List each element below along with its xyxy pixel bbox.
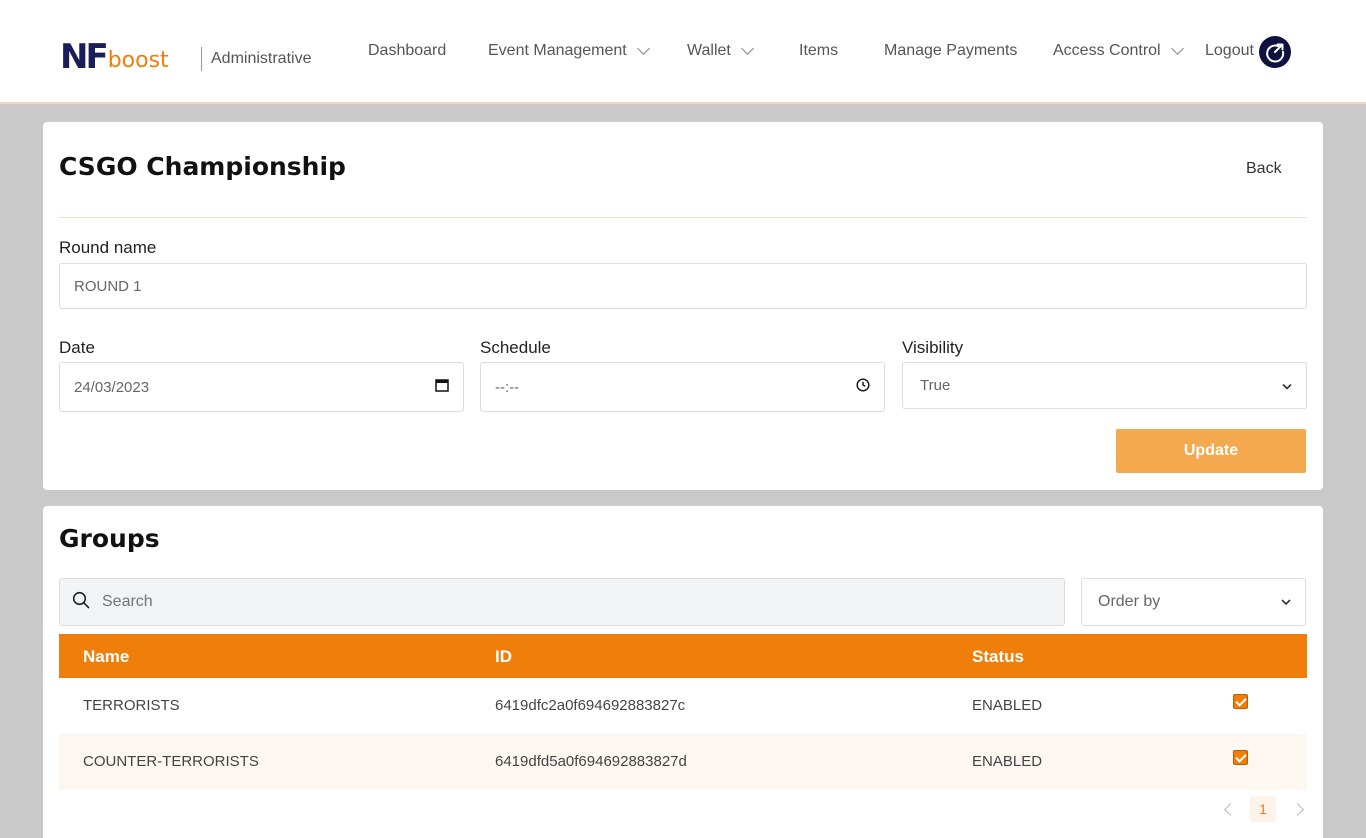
chevron-down-icon (636, 41, 650, 55)
row-checkbox[interactable] (1233, 694, 1248, 709)
visibility-label: Visibility (902, 338, 964, 357)
nav-item-label: Items (799, 42, 839, 59)
page-title: CSGO Championship (59, 152, 346, 181)
visibility-select[interactable]: True (902, 362, 1307, 409)
visibility-value: True (920, 377, 951, 394)
column-header-id[interactable]: ID (495, 647, 512, 667)
nav-item-wallet[interactable]: Wallet (687, 41, 754, 60)
nav-item-dashboard[interactable]: Dashboard (368, 42, 446, 60)
schedule-field[interactable]: --:-- (480, 362, 885, 412)
divider (59, 217, 1307, 218)
group-status: ENABLED (972, 753, 1043, 770)
clock-icon[interactable] (856, 378, 870, 396)
order-by-value: Order by (1098, 593, 1161, 610)
row-checkbox[interactable] (1233, 750, 1248, 765)
nav-item-label: Logout (1205, 42, 1254, 59)
nav-item-event-management[interactable]: Event Management (488, 41, 650, 60)
group-status: ENABLED (972, 697, 1043, 714)
logo-accent-text: boost (107, 48, 169, 73)
nav-item-label: Manage Payments (884, 42, 1018, 59)
brand-logo[interactable]: NF boost (60, 38, 169, 74)
table-header: Name ID Status (59, 634, 1307, 678)
nav-item-label: Wallet (687, 42, 731, 59)
table-row[interactable]: TERRORISTS 6419dfc2a0f694692883827c ENAB… (59, 678, 1307, 734)
pagination-next-icon[interactable] (1291, 803, 1304, 816)
nav-item-items[interactable]: Items (799, 42, 838, 60)
nav-item-label: Dashboard (368, 42, 447, 59)
group-name: COUNTER-TERRORISTS (83, 753, 259, 770)
group-name: TERRORISTS (83, 697, 180, 714)
pagination-current-page[interactable]: 1 (1250, 796, 1276, 822)
logout-icon[interactable] (1259, 36, 1291, 68)
chevron-down-icon (1282, 377, 1292, 394)
date-value: 24/03/2023 (74, 378, 150, 396)
search-icon (72, 591, 90, 614)
chevron-down-icon (1281, 593, 1291, 611)
chevron-down-icon (1170, 41, 1184, 55)
top-navbar: NF boost Administrative Dashboard Event … (0, 0, 1366, 104)
column-header-status[interactable]: Status (972, 647, 1024, 667)
group-id: 6419dfd5a0f694692883827d (495, 753, 687, 770)
update-button[interactable]: Update (1116, 429, 1306, 473)
logo-divider (201, 47, 202, 71)
column-header-name[interactable]: Name (83, 647, 129, 667)
calendar-icon[interactable] (435, 378, 449, 396)
round-name-field[interactable] (59, 263, 1307, 309)
round-name-input[interactable] (74, 277, 1292, 295)
groups-title: Groups (59, 524, 160, 553)
back-link[interactable]: Back (1246, 160, 1282, 178)
logo-main-text: NF (60, 37, 109, 77)
round-edit-card: CSGO Championship Back Round name Date 2… (43, 122, 1323, 490)
round-name-label: Round name (59, 238, 157, 257)
schedule-value: --:-- (495, 378, 520, 396)
logo-subtitle: Administrative (211, 50, 312, 67)
nav-item-access-control[interactable]: Access Control (1053, 41, 1184, 60)
order-by-select[interactable]: Order by (1081, 578, 1306, 626)
nav-item-manage-payments[interactable]: Manage Payments (884, 42, 1017, 60)
schedule-label: Schedule (480, 338, 551, 357)
pagination-prev-icon[interactable] (1224, 803, 1237, 816)
nav-item-label: Access Control (1053, 42, 1161, 59)
date-field[interactable]: 24/03/2023 (59, 362, 464, 412)
nav-item-logout[interactable]: Logout (1205, 42, 1254, 60)
chevron-down-icon (740, 41, 754, 55)
date-label: Date (59, 338, 95, 357)
table-row[interactable]: COUNTER-TERRORISTS 6419dfd5a0f6946928838… (59, 734, 1307, 790)
nav-item-label: Event Management (488, 42, 627, 59)
search-box[interactable] (59, 578, 1065, 626)
group-id: 6419dfc2a0f694692883827c (495, 697, 686, 714)
search-input[interactable] (102, 593, 1002, 611)
groups-card: Groups Order by Name ID Status TERRORIST… (43, 506, 1323, 838)
